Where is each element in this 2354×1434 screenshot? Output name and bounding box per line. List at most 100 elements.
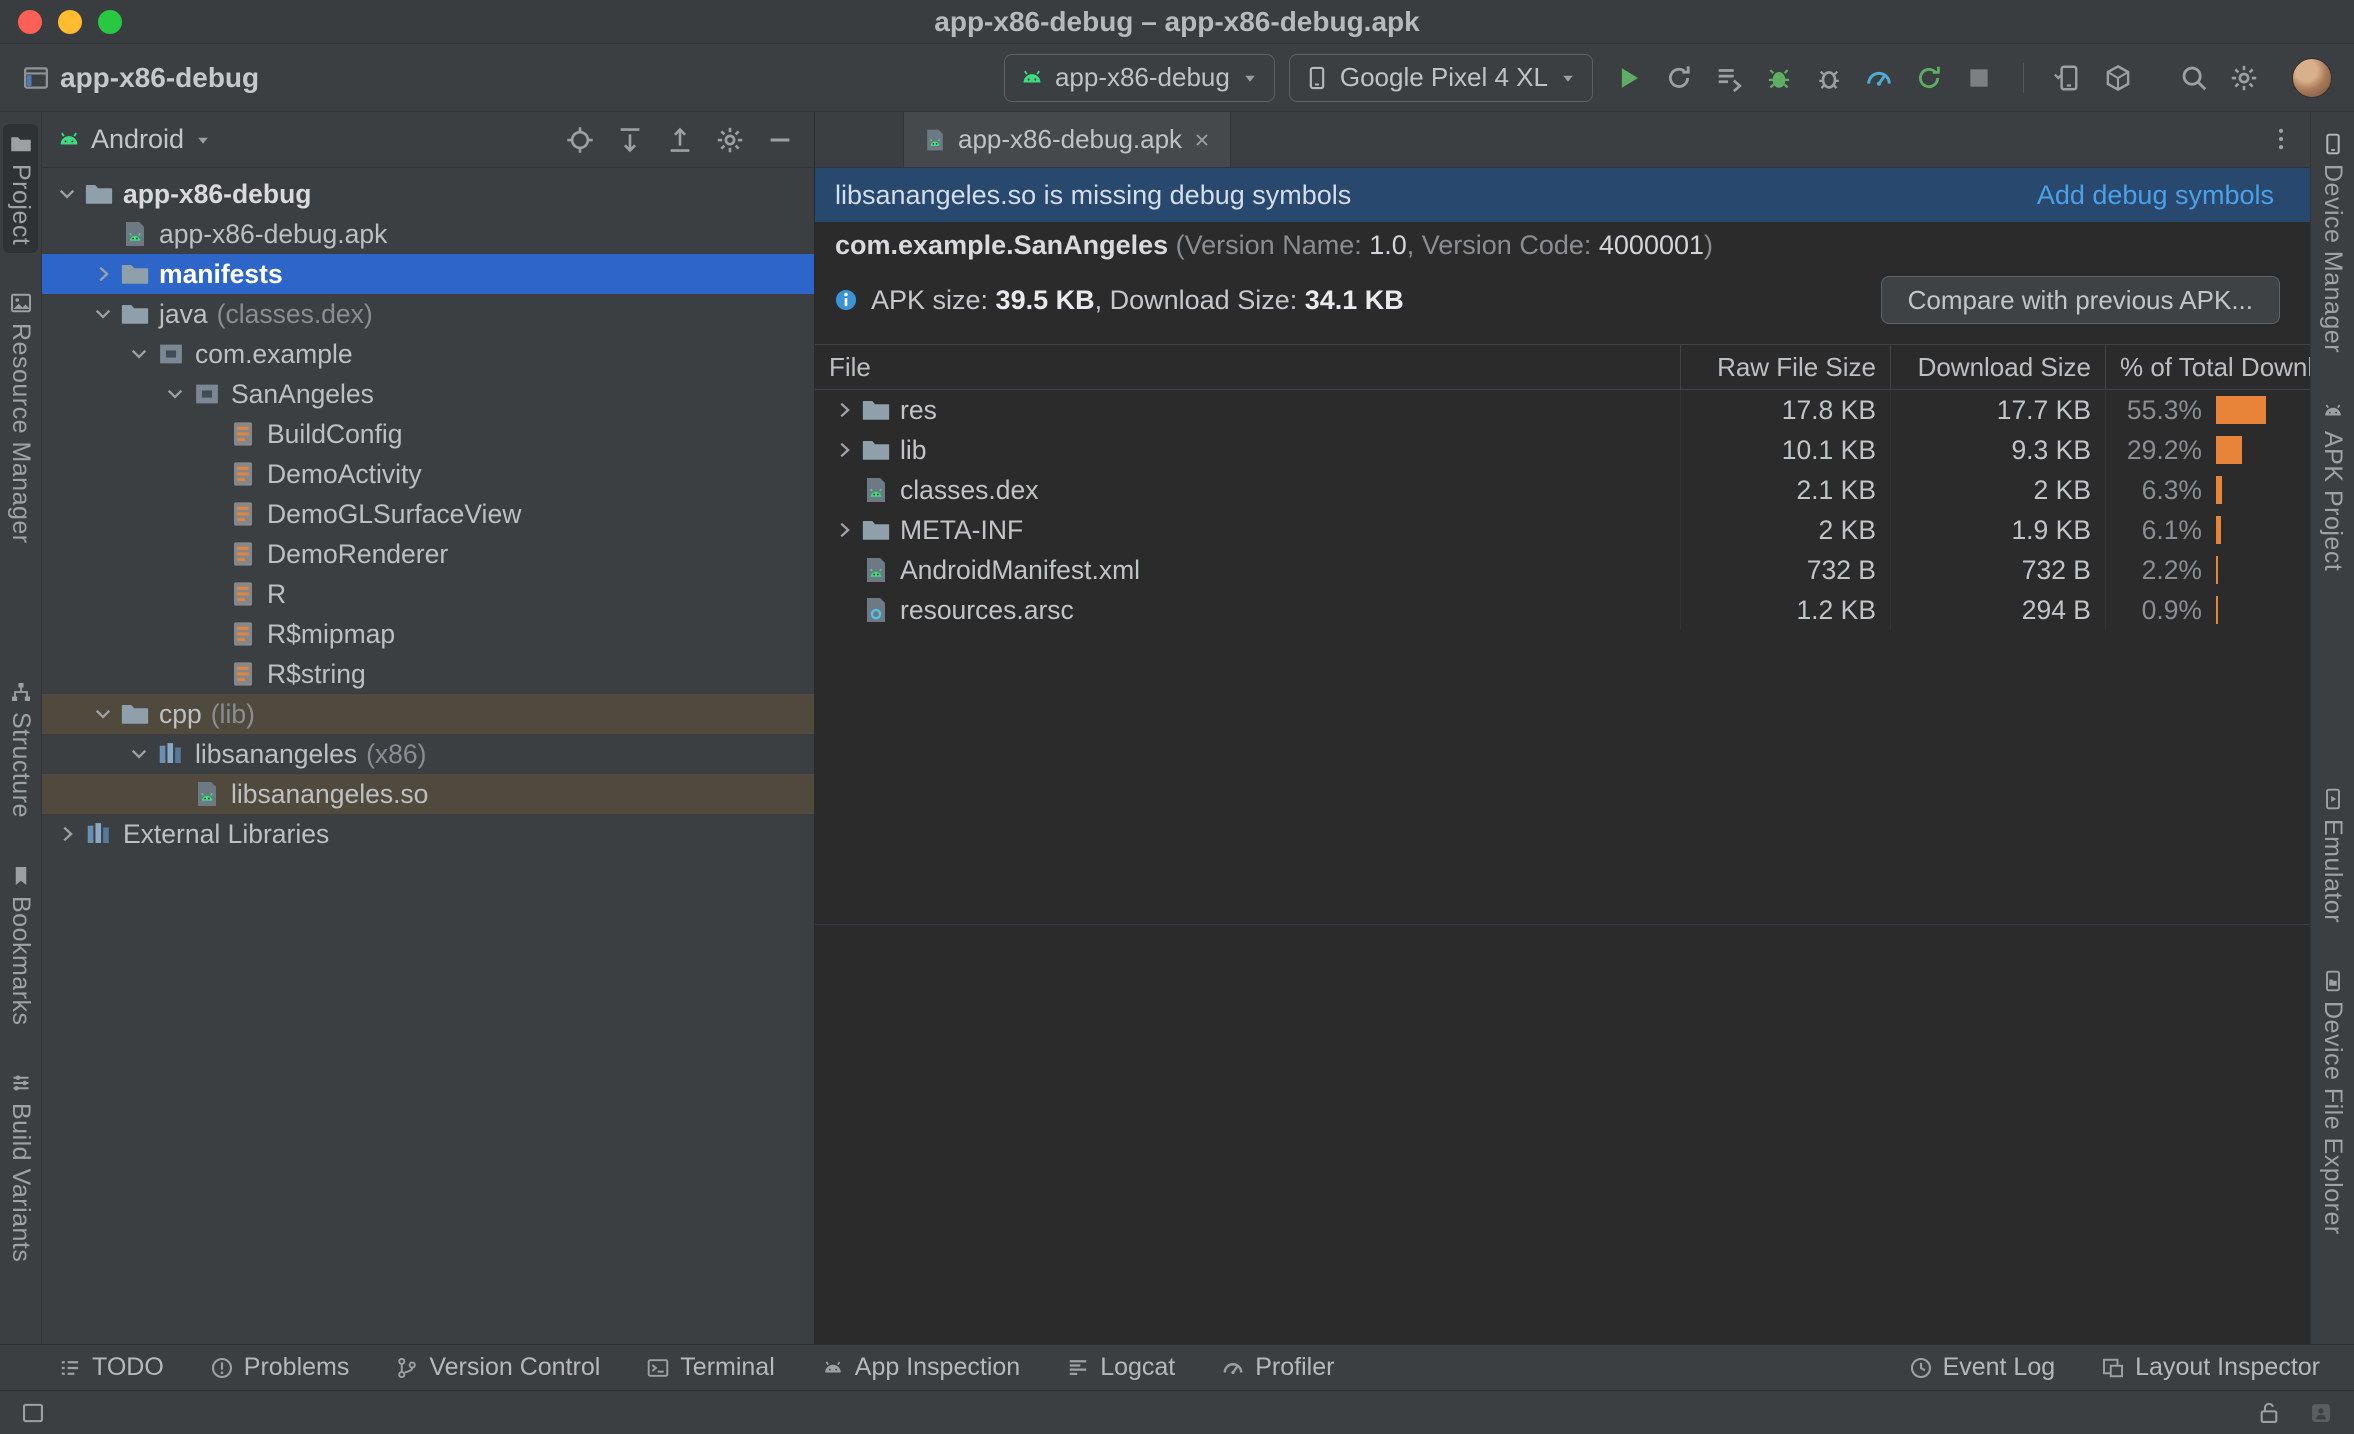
settings-button[interactable] [2222, 56, 2266, 100]
stop-button[interactable] [1957, 56, 2001, 100]
tool-window-button-structure[interactable]: Structure [3, 672, 38, 826]
tree-item-buildconfig[interactable]: BuildConfig [42, 414, 814, 454]
column-header-percent[interactable]: % of Total Downlo... [2105, 345, 2310, 389]
column-header-download-size[interactable]: Download Size [1890, 345, 2105, 389]
tool-window-button-logcat[interactable]: Logcat [1066, 1353, 1175, 1382]
run-configuration-select[interactable]: app-x86-debug [1003, 53, 1275, 102]
column-header-file[interactable]: File [815, 345, 1680, 389]
user-widget-icon[interactable] [2308, 1400, 2334, 1426]
project-widget[interactable]: app-x86-debug [22, 62, 259, 94]
chevron-right-icon[interactable] [86, 259, 120, 289]
tree-item-app-x86-debug-apk[interactable]: app-x86-debug.apk [42, 214, 814, 254]
debug-symbols-banner: libsanangeles.so is missing debug symbol… [815, 168, 2310, 222]
apk-row-classes-dex[interactable]: classes.dex 2.1 KB 2 KB 6.3% [815, 470, 2310, 510]
close-icon[interactable] [1192, 130, 1212, 150]
chevron-down-icon[interactable] [50, 179, 84, 209]
tool-window-button-device-manager[interactable]: Device Manager [2315, 124, 2350, 361]
lock-icon[interactable] [2256, 1400, 2282, 1426]
apk-size-label: APK size: [871, 284, 996, 315]
tool-window-button-resource-manager[interactable]: Resource Manager [3, 283, 38, 552]
settings-button[interactable] [714, 124, 746, 156]
chevron-right-icon[interactable] [50, 819, 84, 849]
tool-window-button-device-file-explorer[interactable]: Device File Explorer [2315, 961, 2350, 1243]
avatar[interactable] [2292, 57, 2332, 98]
debug-button[interactable] [1757, 56, 1801, 100]
compare-apk-button[interactable]: Compare with previous APK... [1880, 276, 2280, 324]
tool-window-button-event-log[interactable]: Event Log [1909, 1353, 2055, 1382]
tree-item-label: com.example [195, 338, 353, 369]
download-size-label: , Download Size: [1094, 284, 1305, 315]
run-button[interactable] [1607, 56, 1651, 100]
tool-window-button-bookmarks[interactable]: Bookmarks [3, 856, 38, 1034]
apply-code-changes-button[interactable] [1907, 56, 1951, 100]
attach-debugger-button[interactable] [1807, 56, 1851, 100]
close-window-button[interactable] [18, 9, 42, 34]
tool-window-button-apk-project[interactable]: APK Project [2315, 391, 2350, 579]
tree-item-demoglsurfaceview[interactable]: DemoGLSurfaceView [42, 494, 814, 534]
window-preview-icon[interactable] [20, 1400, 46, 1426]
select-opened-file-button[interactable] [564, 124, 596, 156]
more-options-icon[interactable] [2268, 126, 2294, 152]
minimize-window-button[interactable] [58, 9, 82, 34]
apply-changes-button[interactable] [1707, 56, 1751, 100]
sync-project-button[interactable] [2096, 56, 2140, 100]
tool-window-button-build-variants[interactable]: Build Variants [3, 1063, 38, 1270]
tree-item-external-libraries[interactable]: External Libraries [42, 814, 814, 854]
tool-window-label: Bookmarks [7, 895, 35, 1026]
project-view-select[interactable]: Android [56, 124, 213, 155]
tool-window-button-emulator[interactable]: Emulator [2315, 779, 2350, 931]
tree-item-libsanangeles[interactable]: libsanangeles (x86) [42, 734, 814, 774]
tool-window-button-version-control[interactable]: Version Control [395, 1353, 600, 1382]
tool-window-button-todo[interactable]: TODO [58, 1353, 164, 1382]
tree-item-label: libsanangeles.so [231, 778, 429, 809]
tree-item-r-string[interactable]: R$string [42, 654, 814, 694]
apk-row-meta-inf[interactable]: META-INF 2 KB 1.9 KB 6.1% [815, 510, 2310, 550]
hide-button[interactable] [764, 124, 796, 156]
raw-size-cell: 2.1 KB [1680, 470, 1890, 510]
chevron-down-icon[interactable] [86, 699, 120, 729]
chevron-down-icon[interactable] [122, 739, 156, 769]
tree-item-r[interactable]: R [42, 574, 814, 614]
column-header-raw-size[interactable]: Raw File Size [1680, 345, 1890, 389]
tree-item-r-mipmap[interactable]: R$mipmap [42, 614, 814, 654]
chevron-right-icon[interactable] [827, 435, 861, 465]
tree-item-sanangeles[interactable]: SanAngeles [42, 374, 814, 414]
tree-item-demorenderer[interactable]: DemoRenderer [42, 534, 814, 574]
search-everywhere-button[interactable] [2172, 56, 2216, 100]
tool-window-button-app-inspection[interactable]: App Inspection [821, 1353, 1020, 1382]
tree-item-cpp[interactable]: cpp (lib) [42, 694, 814, 734]
device-select[interactable]: Google Pixel 4 XL [1288, 53, 1593, 102]
apk-row-resources-arsc[interactable]: resources.arsc 1.2 KB 294 B 0.9% [815, 590, 2310, 630]
tree-item-com-example[interactable]: com.example [42, 334, 814, 374]
tool-window-button-layout-inspector[interactable]: Layout Inspector [2101, 1353, 2320, 1382]
chevron-right-icon[interactable] [827, 395, 861, 425]
device-manager-button[interactable] [2046, 56, 2090, 100]
apk-icon [861, 555, 891, 585]
tree-item-manifests[interactable]: manifests [42, 254, 814, 294]
profile-button[interactable] [1857, 56, 1901, 100]
apk-row-androidmanifest-xml[interactable]: AndroidManifest.xml 732 B 732 B 2.2% [815, 550, 2310, 590]
tree-item-java[interactable]: java (classes.dex) [42, 294, 814, 334]
tree-item-app-x86-debug[interactable]: app-x86-debug [42, 174, 814, 214]
tool-window-button-project[interactable]: Project [3, 124, 38, 254]
editor-tab-apk[interactable]: app-x86-debug.apk [903, 112, 1232, 167]
expand-all-button[interactable] [614, 124, 646, 156]
apk-row-res[interactable]: res 17.8 KB 17.7 KB 55.3% [815, 390, 2310, 430]
tree-item-libsanangeles-so[interactable]: libsanangeles.so [42, 774, 814, 814]
chevron-right-icon[interactable] [827, 515, 861, 545]
rerun-button[interactable] [1657, 56, 1701, 100]
tree-item-demoactivity[interactable]: DemoActivity [42, 454, 814, 494]
zoom-window-button[interactable] [98, 9, 122, 34]
chevron-down-icon[interactable] [158, 379, 192, 409]
tool-window-button-problems[interactable]: Problems [210, 1353, 349, 1382]
file-name: AndroidManifest.xml [900, 554, 1141, 585]
chevron-down-icon[interactable] [86, 299, 120, 329]
tool-window-button-terminal[interactable]: Terminal [646, 1353, 775, 1382]
apk-row-lib[interactable]: lib 10.1 KB 9.3 KB 29.2% [815, 430, 2310, 470]
tool-window-button-profiler[interactable]: Profiler [1221, 1353, 1334, 1382]
add-debug-symbols-link[interactable]: Add debug symbols [2037, 180, 2274, 211]
tree-item-suffix: (x86) [366, 738, 427, 769]
chevron-down-icon[interactable] [122, 339, 156, 369]
collapse-all-button[interactable] [664, 124, 696, 156]
